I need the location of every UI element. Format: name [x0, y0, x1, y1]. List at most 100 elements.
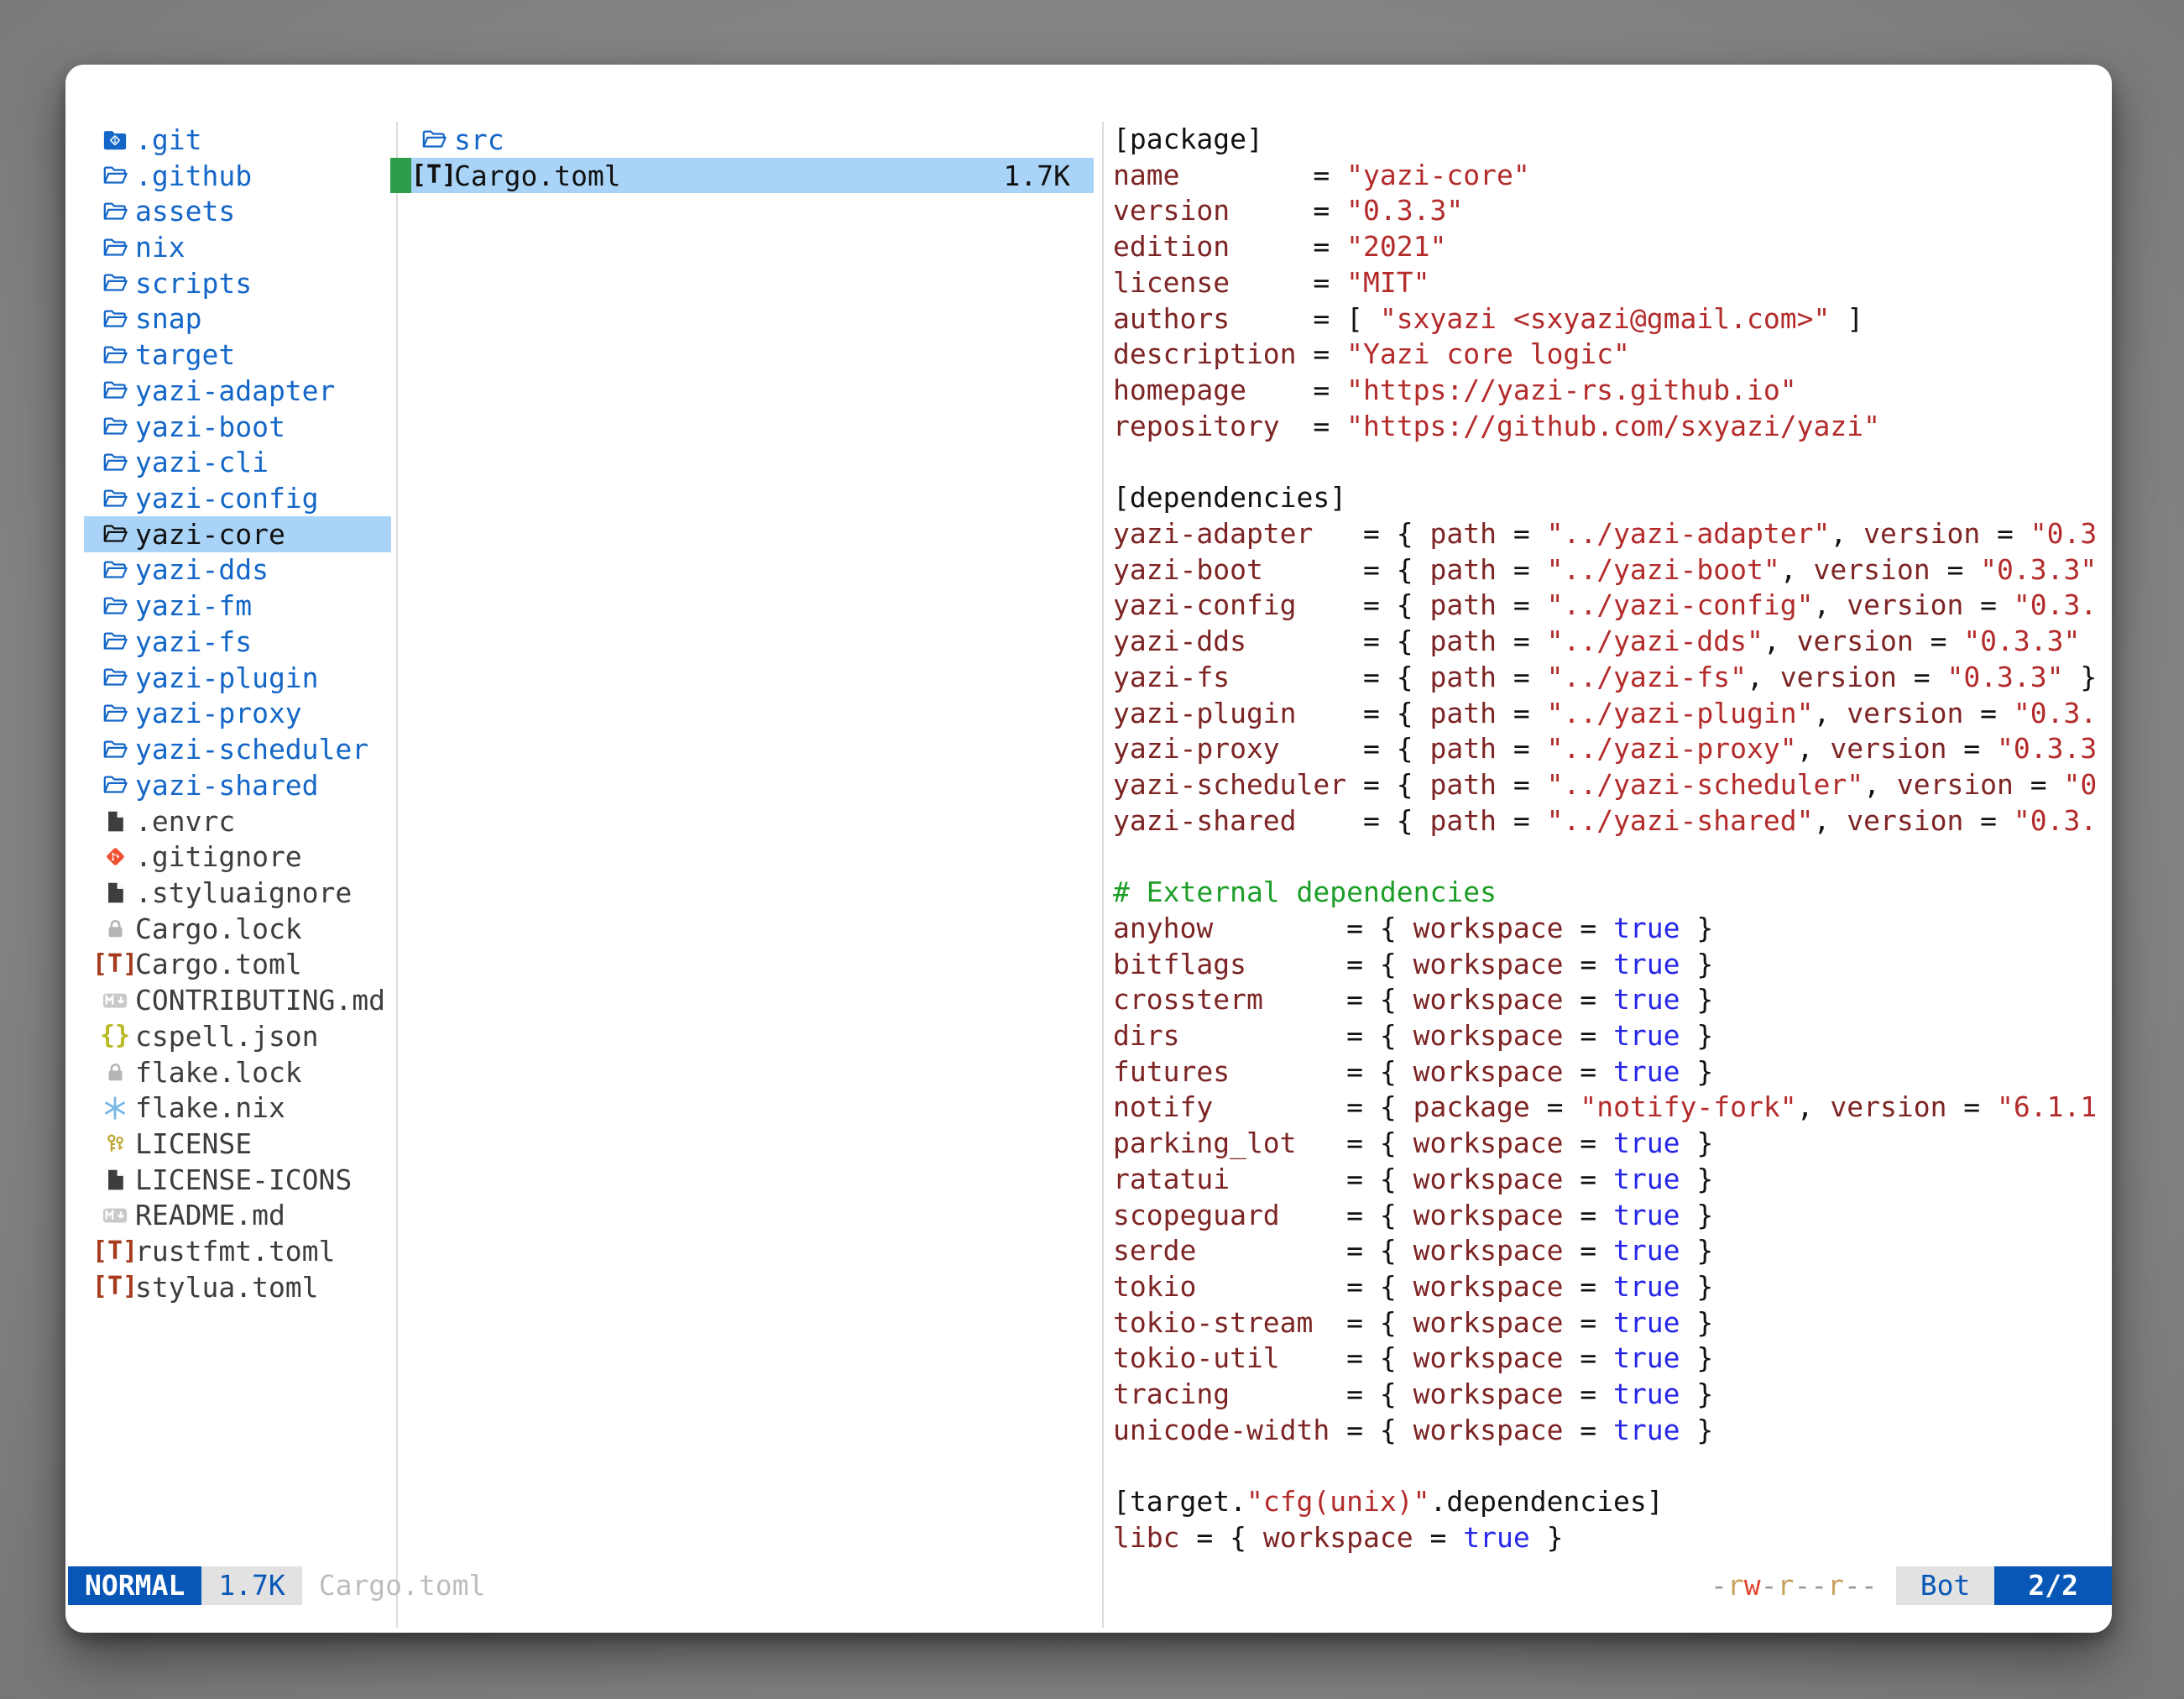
- entry-label: yazi-plugin: [135, 661, 319, 694]
- nix-snowflake-icon: [102, 1095, 128, 1121]
- preview-line: ratatui = { workspace = true }: [1113, 1162, 2112, 1198]
- preview-line: [1113, 839, 2112, 875]
- preview-line: libc = { workspace = true }: [1113, 1520, 2112, 1556]
- preview-line: homepage = "https://yazi-rs.github.io": [1113, 373, 2112, 409]
- preview-line: [1113, 1449, 2112, 1485]
- folder-row[interactable]: yazi-fm: [84, 588, 391, 624]
- file-row[interactable]: [T]stylua.toml: [84, 1269, 391, 1305]
- folder-row[interactable]: yazi-adapter: [84, 373, 391, 409]
- folder-row[interactable]: yazi-fs: [84, 624, 391, 660]
- file-preview-pane[interactable]: [package]name = "yazi-core"version = "0.…: [1113, 122, 2112, 1591]
- folder-row[interactable]: yazi-plugin: [84, 660, 391, 696]
- folder-row[interactable]: yazi-scheduler: [84, 731, 391, 767]
- folder-row[interactable]: yazi-core: [84, 516, 391, 552]
- entry-label: src: [454, 123, 504, 156]
- folder-open-icon: [102, 378, 128, 403]
- folder-row[interactable]: .git: [84, 122, 391, 158]
- folder-row[interactable]: yazi-cli: [84, 444, 391, 480]
- entry-label: Cargo.toml: [454, 159, 621, 192]
- folder-row[interactable]: yazi-shared: [84, 767, 391, 803]
- folder-open-icon: [102, 701, 128, 726]
- preview-line: version = "0.3.3": [1113, 193, 2112, 229]
- preview-line: name = "yazi-core": [1113, 158, 2112, 194]
- file-row[interactable]: .envrc: [84, 803, 391, 839]
- file-row[interactable]: [T]Cargo.toml: [84, 947, 391, 983]
- preview-line: edition = "2021": [1113, 229, 2112, 265]
- entry-label: .envrc: [135, 805, 235, 838]
- file-icon: [102, 1167, 128, 1192]
- preview-line: bitflags = { workspace = true }: [1113, 947, 2112, 983]
- preview-line: yazi-config = { path = "../yazi-config",…: [1113, 588, 2112, 624]
- file-row[interactable]: README.md: [84, 1198, 391, 1234]
- git-ignore-icon: [102, 844, 128, 870]
- mode-badge: NORMAL: [68, 1566, 201, 1605]
- folder-row[interactable]: nix: [84, 229, 391, 265]
- file-row[interactable]: flake.lock: [84, 1054, 391, 1090]
- folder-row[interactable]: yazi-config: [84, 480, 391, 516]
- folder-row[interactable]: assets: [84, 193, 391, 229]
- preview-line: scopeguard = { workspace = true }: [1113, 1198, 2112, 1234]
- folder-row[interactable]: yazi-proxy: [84, 696, 391, 732]
- folder-row[interactable]: src: [390, 122, 1094, 158]
- file-row[interactable]: CONTRIBUTING.md: [84, 982, 391, 1018]
- file-permissions: -rw-r--r--: [1711, 1566, 1878, 1605]
- folder-open-icon: [102, 486, 128, 511]
- folder-open-icon: [102, 235, 128, 260]
- toml-icon: [T]: [102, 952, 128, 977]
- file-row[interactable]: .styluaignore: [84, 875, 391, 911]
- file-row[interactable]: LICENSE: [84, 1126, 391, 1162]
- selection-marker: [390, 158, 411, 194]
- file-size-badge: 1.7K: [201, 1566, 301, 1605]
- entry-label: Cargo.lock: [135, 912, 302, 945]
- preview-line: yazi-fs = { path = "../yazi-fs", version…: [1113, 660, 2112, 696]
- entry-label: yazi-core: [135, 518, 285, 551]
- file-size: 1.7K: [1004, 159, 1094, 192]
- preview-line: yazi-scheduler = { path = "../yazi-sched…: [1113, 767, 2112, 803]
- file-row[interactable]: LICENSE-ICONS: [84, 1162, 391, 1198]
- entry-label: README.md: [135, 1199, 285, 1231]
- folder-open-icon: [102, 772, 128, 797]
- entry-label: yazi-fm: [135, 589, 252, 622]
- selection-marker: [390, 122, 411, 158]
- file-row[interactable]: [T]Cargo.toml1.7K: [390, 158, 1094, 194]
- file-row[interactable]: .gitignore: [84, 839, 391, 875]
- entry-label: yazi-scheduler: [135, 733, 368, 766]
- entry-label: assets: [135, 195, 235, 227]
- entry-label: .github: [135, 159, 252, 192]
- folder-open-icon: [102, 163, 128, 188]
- folder-open-icon: [102, 270, 128, 295]
- folder-row[interactable]: yazi-boot: [84, 409, 391, 445]
- folder-row[interactable]: .github: [84, 158, 391, 194]
- folder-row[interactable]: scripts: [84, 265, 391, 301]
- file-icon: [102, 880, 128, 905]
- preview-line: futures = { workspace = true }: [1113, 1054, 2112, 1090]
- file-row[interactable]: Cargo.lock: [84, 911, 391, 947]
- folder-row[interactable]: yazi-dds: [84, 552, 391, 588]
- file-row[interactable]: {}cspell.json: [84, 1018, 391, 1054]
- parent-directory-pane: .git.githubassetsnixscriptssnaptargetyaz…: [84, 122, 391, 1305]
- entry-label: yazi-adapter: [135, 374, 335, 407]
- lock-icon: [102, 1059, 128, 1085]
- cursor-counter-badge: 2/2: [1994, 1566, 2112, 1605]
- current-directory-pane: src[T]Cargo.toml1.7K: [390, 122, 1094, 193]
- toml-icon: [T]: [102, 1239, 128, 1264]
- file-row[interactable]: [T]rustfmt.toml: [84, 1233, 391, 1269]
- scroll-position-badge: Bot: [1896, 1566, 1995, 1605]
- preview-line: license = "MIT": [1113, 265, 2112, 301]
- preview-line: serde = { workspace = true }: [1113, 1233, 2112, 1269]
- folder-row[interactable]: snap: [84, 301, 391, 337]
- preview-line: yazi-dds = { path = "../yazi-dds", versi…: [1113, 624, 2112, 660]
- entry-label: LICENSE-ICONS: [135, 1163, 352, 1196]
- file-row[interactable]: flake.nix: [84, 1090, 391, 1126]
- folder-row[interactable]: target: [84, 337, 391, 373]
- preview-line: # External dependencies: [1113, 875, 2112, 911]
- preview-line: yazi-shared = { path = "../yazi-shared",…: [1113, 803, 2112, 839]
- entry-label: cspell.json: [135, 1020, 319, 1053]
- preview-line: [package]: [1113, 122, 2112, 158]
- entry-label: yazi-config: [135, 482, 319, 515]
- preview-line: yazi-boot = { path = "../yazi-boot", ver…: [1113, 552, 2112, 588]
- preview-line: tokio = { workspace = true }: [1113, 1269, 2112, 1305]
- preview-line: authors = [ "sxyazi <sxyazi@gmail.com>" …: [1113, 301, 2112, 337]
- preview-line: tracing = { workspace = true }: [1113, 1377, 2112, 1413]
- preview-line: notify = { package = "notify-fork", vers…: [1113, 1090, 2112, 1126]
